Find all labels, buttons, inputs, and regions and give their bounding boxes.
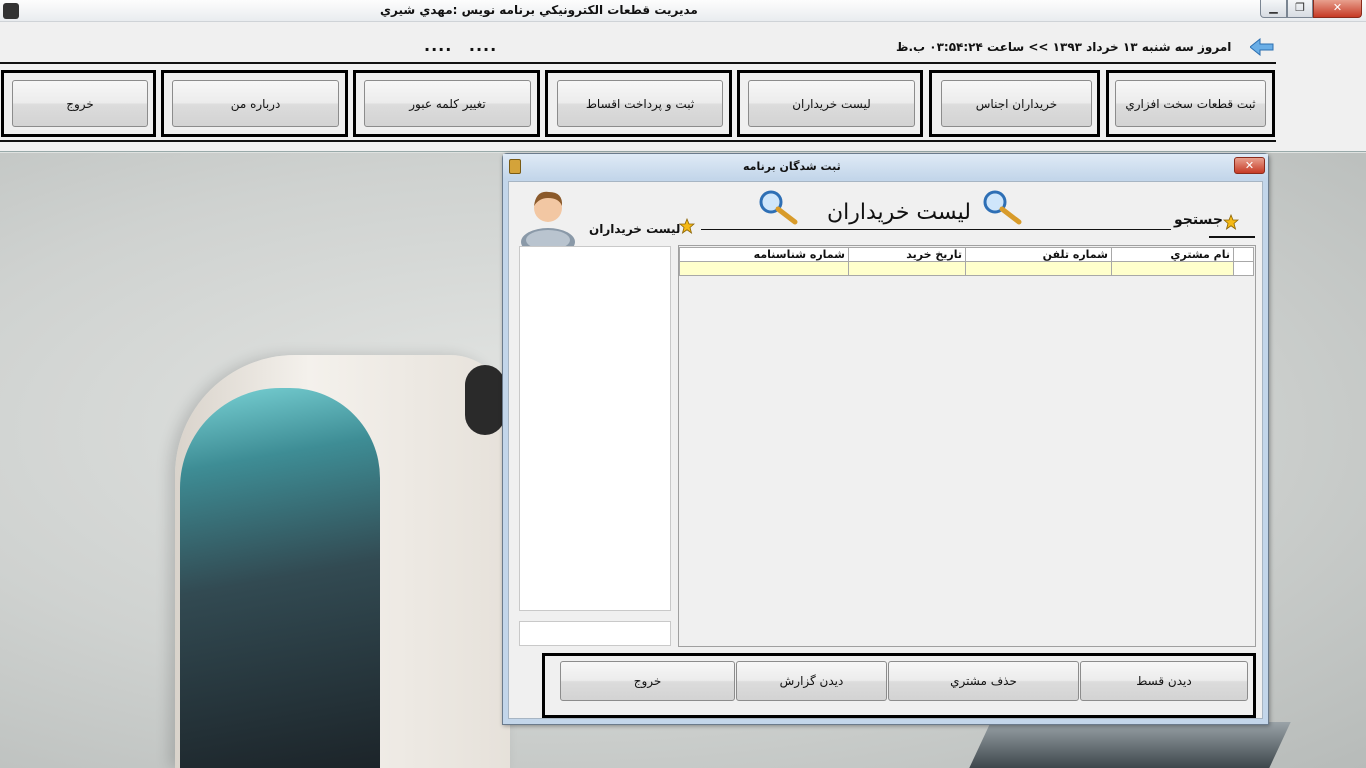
header-divider-top — [0, 62, 1276, 64]
buyers-filter-input[interactable] — [519, 621, 671, 646]
buyers-dialog: ثبت شدگان برنامه ✕ ليست خريداران ليست خر… — [502, 153, 1269, 725]
view-report-button[interactable]: ديدن گزارش — [736, 661, 887, 701]
nav-box-change-password: تغيير كلمه عبور — [353, 70, 540, 137]
user-avatar-icon — [521, 191, 575, 246]
search-label[interactable]: جستجو — [1174, 212, 1223, 228]
heading-underline — [701, 229, 1171, 230]
dialog-footer-box: ديدن قسط حذف مشتري ديدن گزارش خروج — [542, 653, 1256, 718]
buyers-list-label: ليست خريداران — [589, 222, 681, 236]
cell-id-number[interactable] — [679, 261, 849, 276]
star-icon — [679, 218, 695, 234]
nav-button-buyers-list[interactable]: ليست خريداران — [748, 80, 915, 127]
dialog-body: ليست خريداران ليست خريداران جستجو نام مش… — [508, 181, 1263, 719]
minimize-icon: ▁ — [1269, 1, 1278, 14]
close-icon: ✕ — [1332, 1, 1343, 14]
nav-button-installments[interactable]: ثبت و پرداخت اقساط — [557, 80, 723, 127]
background-mouse-pad — [969, 722, 1291, 768]
column-header-purchase-date[interactable]: تاريخ خريد — [848, 247, 966, 262]
delete-customer-button[interactable]: حذف مشتري — [888, 661, 1079, 701]
nav-button-change-password[interactable]: تغيير كلمه عبور — [364, 80, 531, 127]
background-pc-screen — [180, 388, 380, 768]
app-icon — [3, 3, 19, 19]
cell-purchase-date[interactable] — [848, 261, 966, 276]
column-header-phone[interactable]: شماره تلفن — [965, 247, 1112, 262]
nav-button-about[interactable]: درباره من — [172, 80, 339, 127]
nav-button-hardware[interactable]: ثبت قطعات سخت افزاري — [1115, 80, 1266, 127]
nav-box-goods-buyers: خريداران اجناس — [929, 70, 1100, 137]
dialog-exit-button[interactable]: خروج — [560, 661, 735, 701]
window-titlebar: مديريت قطعات الكترونيكي برنامه نويس :مهد… — [0, 0, 1366, 22]
dialog-title: ثبت شدگان برنامه — [743, 160, 841, 173]
nav-box-installments: ثبت و پرداخت اقساط — [545, 70, 732, 137]
search-underline — [1209, 236, 1255, 238]
close-button[interactable]: ✕ — [1313, 0, 1362, 18]
search-magnifier-icon[interactable] — [981, 190, 1023, 226]
date-time-info: امروز سه شنبه ۱۳ خرداد ۱۳۹۳ >> ساعت ۰۳:۵… — [896, 40, 1232, 54]
nav-box-about: درباره من — [161, 70, 348, 137]
window-title: مديريت قطعات الكترونيكي برنامه نويس :مهد… — [380, 3, 698, 17]
grid-corner — [1233, 247, 1254, 262]
back-arrow-icon[interactable] — [1250, 38, 1274, 56]
nav-box-exit: خروج — [1, 70, 156, 137]
nav-button-exit[interactable]: خروج — [12, 80, 148, 127]
dialog-app-icon — [509, 159, 521, 174]
buyers-listbox[interactable] — [519, 246, 671, 611]
cell-customer-name[interactable] — [1111, 261, 1234, 276]
nav-box-hardware: ثبت قطعات سخت افزاري — [1106, 70, 1275, 137]
background-pc-handle — [465, 365, 505, 435]
nav-button-goods-buyers[interactable]: خريداران اجناس — [941, 80, 1092, 127]
dialog-close-button[interactable]: ✕ — [1234, 157, 1265, 174]
view-installment-button[interactable]: ديدن قسط — [1080, 661, 1248, 701]
dialog-heading: ليست خريداران — [827, 200, 971, 225]
maximize-button[interactable]: ❐ — [1287, 0, 1313, 18]
table-row[interactable] — [679, 261, 1254, 276]
column-header-id-number[interactable]: شماره شناسنامه — [679, 247, 849, 262]
grid-header-row: نام مشتري شماره تلفن تاريخ خريد شماره شن… — [679, 247, 1254, 262]
dialog-titlebar: ثبت شدگان برنامه ✕ — [503, 154, 1268, 179]
maximize-icon: ❐ — [1295, 1, 1305, 14]
magnifier-icon — [759, 190, 798, 225]
nav-box-buyers-list: ليست خريداران — [737, 70, 923, 137]
cell-phone[interactable] — [965, 261, 1112, 276]
search-star-icon — [1223, 214, 1239, 230]
close-icon: ✕ — [1244, 159, 1255, 172]
header-divider-bottom — [0, 140, 1276, 142]
row-header[interactable] — [1233, 261, 1254, 276]
status-dots: .... .... — [424, 36, 498, 55]
column-header-customer-name[interactable]: نام مشتري — [1111, 247, 1234, 262]
minimize-button[interactable]: ▁ — [1260, 0, 1287, 18]
buyers-grid[interactable]: نام مشتري شماره تلفن تاريخ خريد شماره شن… — [678, 245, 1256, 647]
header-panel: .... .... امروز سه شنبه ۱۳ خرداد ۱۳۹۳ >>… — [0, 22, 1366, 152]
